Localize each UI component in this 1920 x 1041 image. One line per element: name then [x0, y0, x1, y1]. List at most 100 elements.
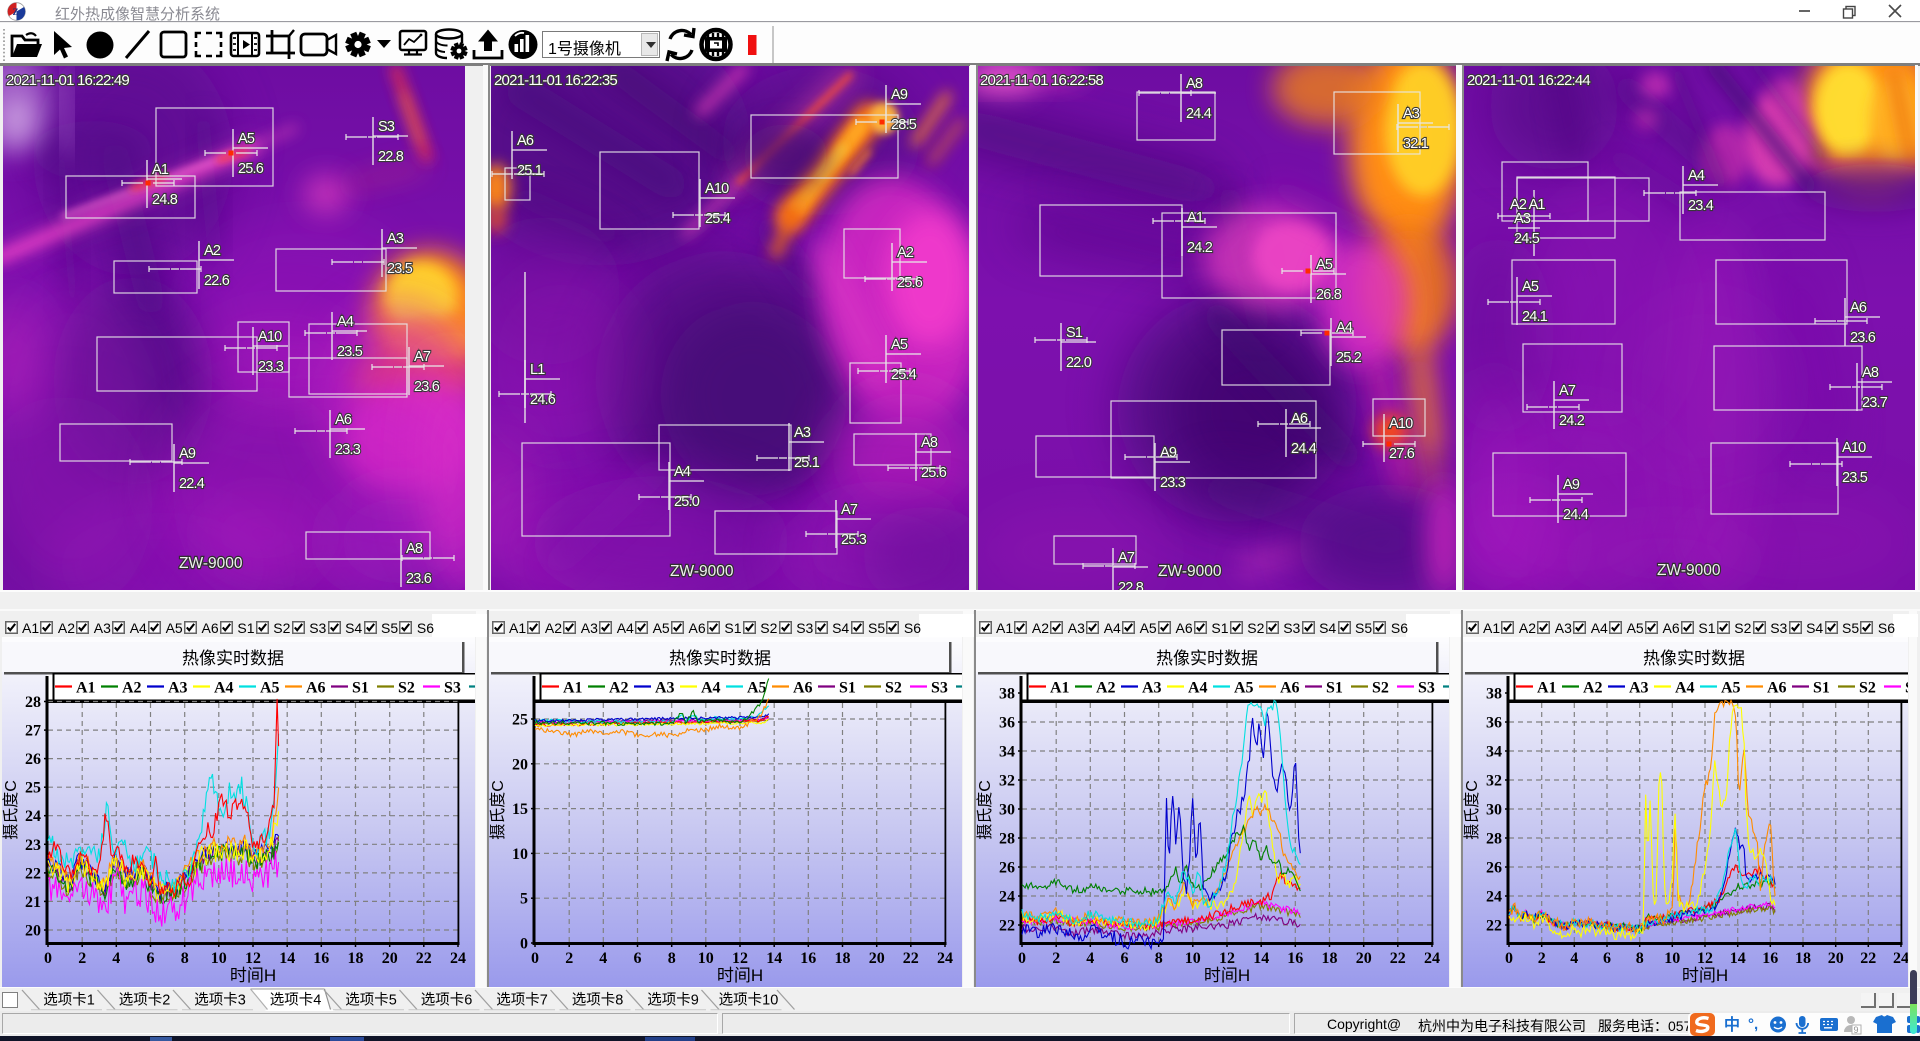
- svg-text:摄氏度C: 摄氏度C: [976, 780, 994, 840]
- svg-text:16: 16: [1287, 950, 1303, 967]
- svg-text:A3: A3: [1514, 211, 1531, 227]
- svg-text:Z: Z: [13, 7, 19, 17]
- svg-text:23.7: 23.7: [1862, 395, 1888, 411]
- svg-text:S1: S1: [1326, 680, 1343, 697]
- svg-text:24.8: 24.8: [152, 192, 178, 208]
- svg-text:36: 36: [1486, 715, 1502, 732]
- svg-text:4: 4: [599, 950, 607, 967]
- svg-text:A2: A2: [122, 680, 142, 697]
- svg-text:20: 20: [25, 923, 41, 940]
- svg-text:6: 6: [1121, 950, 1129, 967]
- svg-text:8: 8: [1155, 950, 1163, 967]
- svg-text:A7: A7: [414, 349, 431, 365]
- svg-text:A2: A2: [897, 245, 914, 261]
- svg-text:30: 30: [1486, 802, 1502, 819]
- svg-text:S1: S1: [1066, 325, 1083, 341]
- svg-text:A8: A8: [406, 541, 423, 557]
- svg-text:A6: A6: [306, 680, 326, 697]
- svg-text:S1: S1: [839, 680, 856, 697]
- svg-text:5: 5: [520, 891, 528, 908]
- svg-text:A2: A2: [609, 680, 629, 697]
- svg-text:时间H: 时间H: [1682, 966, 1728, 985]
- svg-text:26: 26: [1486, 860, 1502, 877]
- svg-text:25: 25: [512, 712, 528, 729]
- svg-text:24.2: 24.2: [1187, 240, 1213, 256]
- svg-text:8: 8: [668, 950, 676, 967]
- svg-text:14: 14: [766, 950, 782, 967]
- svg-text:A5: A5: [747, 680, 767, 697]
- svg-text:A2: A2: [1583, 680, 1603, 697]
- svg-text:24.4: 24.4: [1291, 441, 1317, 457]
- svg-text:34: 34: [999, 744, 1015, 761]
- svg-text:A1: A1: [1187, 210, 1204, 226]
- svg-text:ZW-9000: ZW-9000: [1158, 563, 1222, 580]
- svg-text:S3: S3: [378, 119, 395, 135]
- svg-text:12: 12: [1219, 950, 1235, 967]
- svg-text:27.6: 27.6: [1389, 446, 1415, 462]
- svg-text:时间H: 时间H: [230, 966, 276, 985]
- svg-text:0: 0: [1018, 950, 1026, 967]
- svg-text:摄氏度C: 摄氏度C: [489, 780, 507, 840]
- svg-text:28: 28: [25, 694, 41, 711]
- svg-text:22.0: 22.0: [1066, 355, 1092, 371]
- svg-text:A8: A8: [1862, 365, 1879, 381]
- svg-text:10: 10: [211, 950, 227, 967]
- svg-text:0: 0: [531, 950, 539, 967]
- svg-text:28: 28: [999, 831, 1015, 848]
- svg-text:A3: A3: [794, 425, 811, 441]
- svg-text:A10: A10: [1389, 416, 1413, 432]
- svg-text:A7: A7: [1559, 383, 1576, 399]
- svg-text:16: 16: [313, 950, 329, 967]
- svg-text:A6: A6: [1767, 680, 1787, 697]
- svg-text:32.1: 32.1: [1403, 136, 1429, 152]
- svg-text:12: 12: [732, 950, 748, 967]
- svg-text:24: 24: [1486, 889, 1502, 906]
- svg-text:A5: A5: [1234, 680, 1254, 697]
- svg-text:23.6: 23.6: [1850, 330, 1876, 346]
- svg-text:25.1: 25.1: [517, 163, 543, 179]
- svg-text:S1: S1: [1813, 680, 1830, 697]
- svg-text:A1: A1: [152, 162, 169, 178]
- svg-text:A9: A9: [1160, 445, 1177, 461]
- svg-text:10: 10: [1664, 950, 1680, 967]
- svg-text:24: 24: [999, 889, 1015, 906]
- svg-text:摄氏度C: 摄氏度C: [1463, 780, 1481, 840]
- svg-text:23.6: 23.6: [406, 571, 432, 587]
- svg-text:选项卡4: 选项卡4: [270, 992, 322, 1009]
- svg-text:2: 2: [565, 950, 573, 967]
- svg-text:时间H: 时间H: [1204, 966, 1250, 985]
- svg-text:9: 9: [1854, 1025, 1859, 1035]
- svg-text:32: 32: [999, 773, 1015, 790]
- svg-text:6: 6: [147, 950, 155, 967]
- svg-text:23.3: 23.3: [258, 359, 284, 375]
- svg-text:0: 0: [1505, 950, 1513, 967]
- svg-text:A5: A5: [260, 680, 280, 697]
- svg-text:18: 18: [348, 950, 364, 967]
- svg-text:4: 4: [1570, 950, 1578, 967]
- svg-text:2: 2: [1052, 950, 1060, 967]
- svg-text:24.4: 24.4: [1186, 106, 1212, 122]
- svg-text:22: 22: [25, 865, 41, 882]
- svg-text:25.4: 25.4: [705, 211, 731, 227]
- svg-text:20: 20: [1356, 950, 1372, 967]
- svg-text:23: 23: [25, 837, 41, 854]
- svg-text:A4: A4: [1188, 680, 1208, 697]
- svg-text:S3: S3: [931, 680, 948, 697]
- svg-text:22.6: 22.6: [204, 273, 230, 289]
- svg-text:A10: A10: [258, 329, 282, 345]
- svg-text:24: 24: [1893, 950, 1908, 967]
- svg-text:22: 22: [1860, 950, 1876, 967]
- svg-text:选项卡3: 选项卡3: [194, 992, 246, 1009]
- svg-text:24.1: 24.1: [1522, 309, 1548, 325]
- svg-text:A3: A3: [1629, 680, 1649, 697]
- svg-text:选项卡6: 选项卡6: [421, 992, 473, 1009]
- svg-text:选项卡8: 选项卡8: [572, 992, 624, 1009]
- svg-text:4: 4: [112, 950, 120, 967]
- svg-text:22: 22: [416, 950, 432, 967]
- svg-text:2021-11-01 16:22:49: 2021-11-01 16:22:49: [6, 72, 129, 89]
- svg-text:10: 10: [1185, 950, 1201, 967]
- svg-text:A2: A2: [204, 243, 221, 259]
- svg-text:A4: A4: [701, 680, 721, 697]
- svg-text:22: 22: [1486, 918, 1502, 935]
- svg-text:18: 18: [1322, 950, 1338, 967]
